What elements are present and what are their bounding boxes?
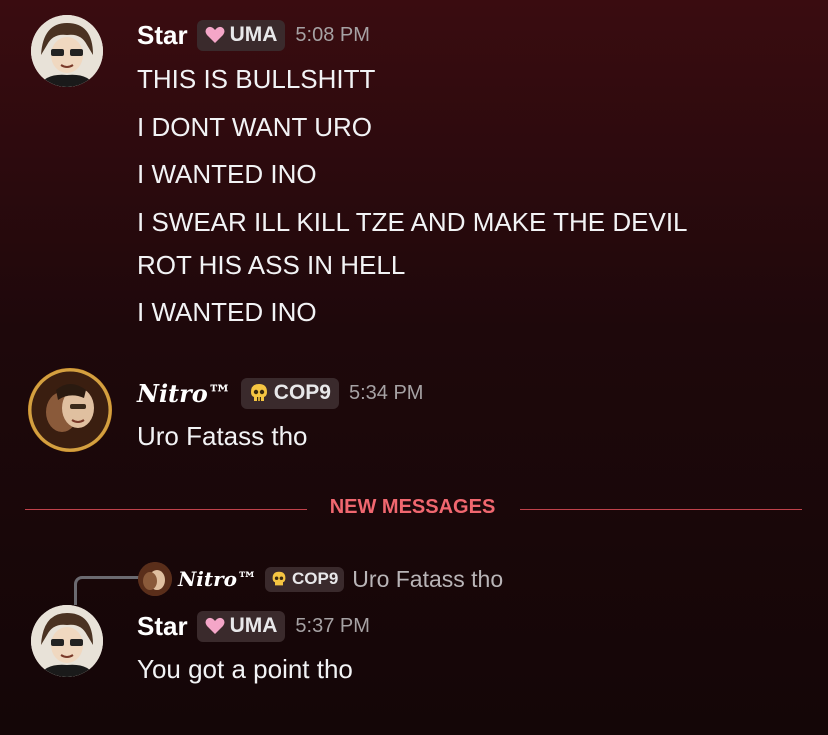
server-tag-label: UMA [229, 614, 278, 637]
message-text: THIS IS BULLSHITT [137, 64, 376, 94]
reply-avatar [138, 562, 172, 596]
yellow-skull-icon [250, 384, 267, 401]
message-text: I WANTED INO [137, 297, 317, 327]
pink-heart-icon [205, 26, 225, 43]
message-text: I DONT WANT URO [137, 112, 372, 142]
reply-preview[interactable]: Nitro™ COP9 Uro Fatass tho [138, 562, 503, 596]
message-text: ROT HIS ASS IN HELL [137, 250, 406, 280]
server-tag-label: COP9 [273, 381, 331, 404]
server-tag[interactable]: UMA [196, 611, 286, 642]
message-text: I WANTED INO [137, 159, 317, 189]
server-tag[interactable]: UMA [196, 20, 286, 51]
pink-heart-icon [205, 617, 225, 634]
yellow-skull-icon [272, 571, 286, 585]
timestamp: 5:08 PM [295, 24, 370, 46]
avatar[interactable] [31, 15, 103, 87]
timestamp: 5:34 PM [348, 382, 424, 404]
reply-text[interactable]: Uro Fatass tho [352, 566, 503, 593]
timestamp: 5:37 PM [295, 615, 370, 637]
reply-server-tag[interactable]: COP9 [265, 566, 345, 592]
server-tag-label: UMA [229, 23, 278, 46]
avatar[interactable] [28, 368, 112, 452]
username[interactable]: Nitro™ [137, 379, 232, 408]
message-text: I SWEAR ILL KILL TZE AND MAKE THE DEVIL [137, 207, 688, 237]
divider-line-right [520, 509, 802, 510]
divider-line-left [25, 509, 307, 510]
avatar-image [31, 15, 103, 87]
avatar-image [28, 368, 112, 452]
new-messages-divider-label: NEW MESSAGES [329, 496, 496, 518]
username[interactable]: Star [137, 20, 188, 51]
server-tag[interactable]: COP9 [240, 378, 339, 409]
message-text: Uro Fatass tho [137, 421, 308, 451]
reply-username[interactable]: Nitro™ [178, 567, 257, 591]
reply-server-tag-label: COP9 [292, 568, 339, 588]
avatar-image [31, 605, 103, 677]
username[interactable]: Star [137, 611, 188, 642]
message-text: You got a point tho [137, 654, 353, 684]
reply-connector [74, 576, 139, 605]
avatar[interactable] [31, 605, 103, 677]
